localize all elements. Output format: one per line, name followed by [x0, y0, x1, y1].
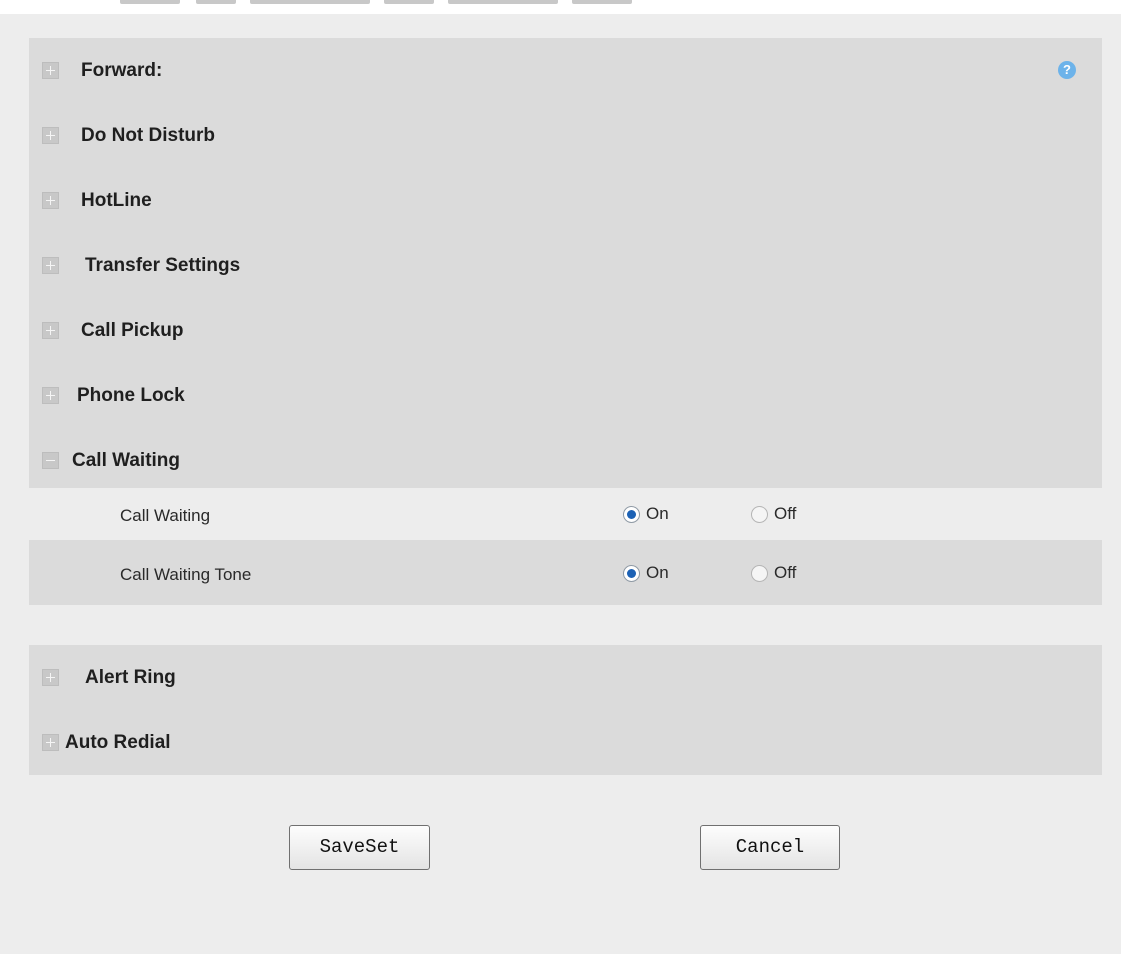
features-panel-bottom: Alert Ring Auto Redial	[29, 645, 1102, 775]
cropped-text-fragment	[572, 0, 632, 4]
expand-plus-icon[interactable]	[42, 257, 59, 274]
cropped-text-fragment	[384, 0, 434, 4]
expand-plus-icon[interactable]	[42, 127, 59, 144]
section-do-not-disturb[interactable]: Do Not Disturb	[29, 103, 1102, 168]
call-waiting-tone-off-option[interactable]: Off	[751, 563, 796, 583]
section-label: Alert Ring	[85, 667, 176, 688]
call-waiting-off-option[interactable]: Off	[751, 504, 796, 524]
call-waiting-tone-on-option[interactable]: On	[623, 563, 669, 583]
section-label: Phone Lock	[77, 385, 185, 406]
expand-plus-icon[interactable]	[42, 192, 59, 209]
cropped-text-fragment	[448, 0, 558, 4]
section-auto-redial[interactable]: Auto Redial	[29, 710, 1102, 775]
section-label: Call Pickup	[81, 320, 184, 341]
expand-plus-icon[interactable]	[42, 387, 59, 404]
features-panel: Forward: ? Do Not Disturb HotLine Transf…	[29, 38, 1102, 490]
radio-label: Off	[774, 504, 797, 523]
option-row-call-waiting-tone: Call Waiting Tone On Off	[29, 540, 1102, 605]
section-transfer-settings[interactable]: Transfer Settings	[29, 233, 1102, 298]
help-icon[interactable]: ?	[1058, 61, 1076, 79]
section-hotline[interactable]: HotLine	[29, 168, 1102, 233]
expand-plus-icon[interactable]	[42, 734, 59, 751]
expand-plus-icon[interactable]	[42, 669, 59, 686]
call-waiting-tone-off-radio[interactable]	[751, 564, 768, 582]
expand-plus-icon[interactable]	[42, 62, 59, 79]
section-label: HotLine	[81, 190, 152, 211]
option-label: Call Waiting	[120, 506, 211, 525]
section-label: Forward:	[81, 60, 163, 81]
section-forward[interactable]: Forward: ?	[29, 38, 1102, 103]
section-label: Do Not Disturb	[81, 125, 216, 146]
section-label: Transfer Settings	[85, 255, 241, 276]
cropped-top-strip	[0, 0, 1121, 14]
cropped-text-fragment	[196, 0, 236, 4]
section-label: Auto Redial	[65, 732, 171, 753]
option-row-call-waiting: Call Waiting On Off	[29, 488, 1102, 540]
radio-label: On	[646, 563, 669, 582]
call-waiting-on-option[interactable]: On	[623, 504, 669, 524]
section-alert-ring[interactable]: Alert Ring	[29, 645, 1102, 710]
collapse-minus-icon[interactable]	[42, 452, 59, 469]
expand-plus-icon[interactable]	[42, 322, 59, 339]
section-phone-lock[interactable]: Phone Lock	[29, 363, 1102, 428]
cancel-button[interactable]: Cancel	[700, 825, 840, 870]
cropped-text-fragment	[120, 0, 180, 4]
save-button[interactable]: SaveSet	[289, 825, 430, 870]
call-waiting-on-radio[interactable]	[623, 505, 640, 523]
option-label: Call Waiting Tone	[120, 565, 252, 584]
cropped-text-fragment	[250, 0, 370, 4]
radio-label: On	[646, 504, 669, 523]
call-waiting-off-radio[interactable]	[751, 505, 768, 523]
section-label: Call Waiting	[72, 450, 181, 471]
section-call-waiting[interactable]: Call Waiting	[29, 428, 1102, 490]
radio-label: Off	[774, 563, 797, 582]
section-call-pickup[interactable]: Call Pickup	[29, 298, 1102, 363]
call-waiting-tone-on-radio[interactable]	[623, 564, 640, 582]
